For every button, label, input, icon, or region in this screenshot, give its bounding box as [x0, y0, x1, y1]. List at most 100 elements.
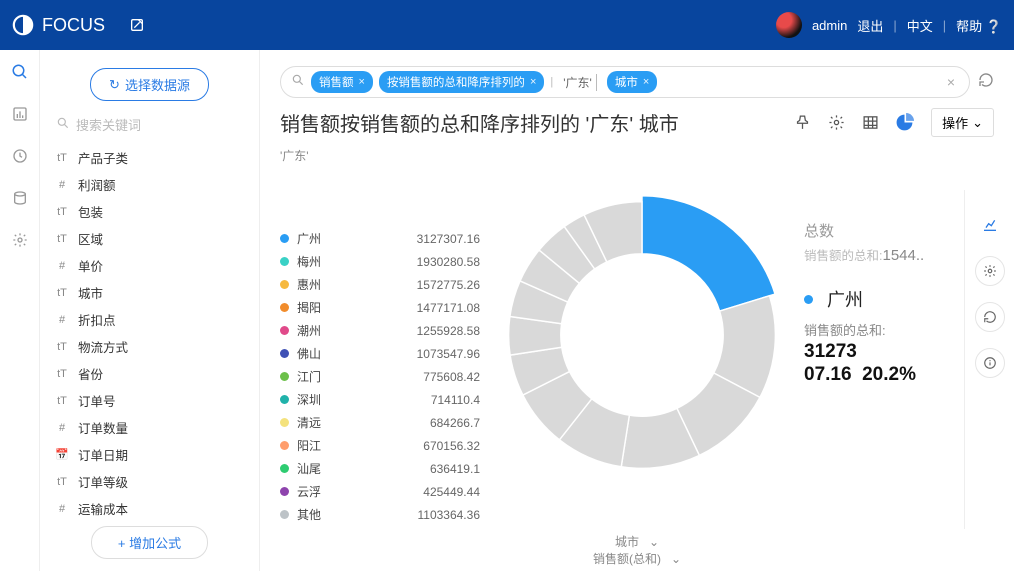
legend-item[interactable]: 广州3127307.16 — [280, 230, 480, 247]
compose-button[interactable] — [123, 11, 151, 39]
search-icon — [56, 116, 70, 133]
field-item[interactable]: tT物流方式 — [52, 333, 247, 360]
field-type-icon: # — [54, 314, 70, 326]
legend-dot — [280, 257, 289, 266]
legend-item[interactable]: 清远684266.7 — [280, 414, 480, 431]
logo-icon — [12, 14, 34, 36]
lang-link[interactable]: 中文 — [907, 16, 933, 35]
legend-item[interactable]: 深圳714110.4 — [280, 391, 480, 408]
field-item[interactable]: #单价 — [52, 252, 247, 279]
field-item[interactable]: 📅订单日期 — [52, 441, 247, 468]
field-type-icon: # — [54, 260, 70, 272]
field-item[interactable]: #折扣点 — [52, 306, 247, 333]
field-type-icon: tT — [54, 476, 70, 488]
legend-dot — [280, 280, 289, 289]
query-input-box[interactable]: 销售额× 按销售额的总和降序排列的× | '广东' 城市× × — [280, 66, 970, 98]
close-icon[interactable]: × — [530, 76, 536, 88]
total-sub: 销售额的总和:1544.. — [804, 245, 954, 264]
rail-dashboard-icon[interactable] — [8, 102, 32, 126]
field-item[interactable]: #订单数量 — [52, 414, 247, 441]
legend-dot — [280, 418, 289, 427]
field-item[interactable]: #运输成本 — [52, 495, 247, 516]
selected-city: 广州 — [827, 286, 863, 312]
chart-icon[interactable] — [891, 110, 917, 136]
legend-dot — [280, 395, 289, 404]
legend-item[interactable]: 云浮425449.44 — [280, 483, 480, 500]
legend-dot — [280, 464, 289, 473]
rail-data-icon[interactable] — [8, 186, 32, 210]
clear-query-button[interactable]: × — [943, 74, 959, 90]
field-item[interactable]: tT城市 — [52, 279, 247, 306]
pin-icon[interactable] — [789, 110, 815, 136]
close-icon[interactable]: × — [643, 76, 649, 88]
legend-item[interactable]: 梅州1930280.58 — [280, 253, 480, 270]
settings-icon[interactable] — [975, 256, 1005, 286]
query-pill[interactable]: 城市× — [607, 71, 657, 93]
breadcrumb: '广东' — [260, 145, 1014, 170]
field-item[interactable]: tT省份 — [52, 360, 247, 387]
field-item[interactable]: tT产品子类 — [52, 144, 247, 171]
legend-item[interactable]: 阳江670156.32 — [280, 437, 480, 454]
search-icon — [291, 73, 305, 92]
legend-dot — [280, 372, 289, 381]
field-type-icon: 📅 — [54, 448, 70, 461]
axis1-label[interactable]: 城市 ⌄ — [611, 533, 663, 550]
logo-text: FOCUS — [42, 15, 105, 36]
help-link[interactable]: 帮助 ❔ — [956, 16, 1002, 35]
field-type-icon: tT — [54, 395, 70, 407]
info-icon[interactable] — [975, 348, 1005, 378]
field-type-icon: tT — [54, 368, 70, 380]
rail-gear-icon[interactable] — [8, 228, 32, 252]
legend-dot — [280, 441, 289, 450]
viz-title: 销售额按销售额的总和降序排列的 '广东' 城市 — [280, 108, 781, 137]
chevron-down-icon: ⌄ — [972, 115, 983, 131]
legend-dot — [280, 326, 289, 335]
field-item[interactable]: tT包装 — [52, 198, 247, 225]
legend-dot — [280, 349, 289, 358]
field-item[interactable]: #利润额 — [52, 171, 247, 198]
rail-search-icon[interactable] — [8, 60, 32, 84]
user-name[interactable]: admin — [812, 18, 847, 33]
query-pill[interactable]: 销售额× — [311, 71, 373, 93]
avatar[interactable] — [776, 12, 802, 38]
legend-item[interactable]: 潮州1255928.58 — [280, 322, 480, 339]
legend-item[interactable]: 江门775608.42 — [280, 368, 480, 385]
query-pill[interactable]: 按销售额的总和降序排列的× — [379, 71, 544, 93]
donut-chart[interactable] — [497, 190, 787, 480]
field-item[interactable]: tT区域 — [52, 225, 247, 252]
refresh-button[interactable] — [978, 72, 994, 93]
help-icon: ❔ — [986, 19, 1002, 34]
field-item[interactable]: tT订单号 — [52, 387, 247, 414]
donut-slice[interactable] — [642, 196, 775, 311]
legend-item[interactable]: 揭阳1477171.08 — [280, 299, 480, 316]
keyword-search-input[interactable]: 搜索关键词 — [56, 115, 243, 134]
legend-item[interactable]: 汕尾636419.1 — [280, 460, 480, 477]
field-item[interactable]: tT订单等级 — [52, 468, 247, 495]
close-icon[interactable]: × — [359, 76, 365, 88]
field-type-icon: # — [54, 503, 70, 515]
reload-icon[interactable] — [975, 302, 1005, 332]
field-type-icon: tT — [54, 341, 70, 353]
legend-dot — [280, 234, 289, 243]
field-type-icon: tT — [54, 287, 70, 299]
total-label: 总数 — [804, 220, 954, 241]
query-token[interactable]: '广东' — [559, 74, 597, 91]
legend-item[interactable]: 惠州1572775.26 — [280, 276, 480, 293]
selected-value: 31273 07.16 20.2% — [804, 341, 954, 387]
operations-dropdown[interactable]: 操作⌄ — [931, 108, 994, 137]
selected-metric-label: 销售额的总和: — [804, 320, 954, 339]
rail-clock-icon[interactable] — [8, 144, 32, 168]
legend-dot — [280, 510, 289, 519]
field-type-icon: # — [54, 422, 70, 434]
gear-icon[interactable] — [823, 110, 849, 136]
logout-link[interactable]: 退出 — [857, 16, 883, 35]
add-formula-button[interactable]: 增加公式 — [91, 526, 208, 559]
table-icon[interactable] — [857, 110, 883, 136]
select-datasource-button[interactable]: 选择数据源 — [90, 68, 209, 101]
legend-item[interactable]: 其他1103364.36 — [280, 506, 480, 523]
field-type-icon: tT — [54, 206, 70, 218]
analytics-icon[interactable] — [975, 210, 1005, 240]
legend-item[interactable]: 佛山1073547.96 — [280, 345, 480, 362]
field-type-icon: # — [54, 179, 70, 191]
axis2-label[interactable]: 销售额(总和) ⌄ — [589, 550, 685, 567]
